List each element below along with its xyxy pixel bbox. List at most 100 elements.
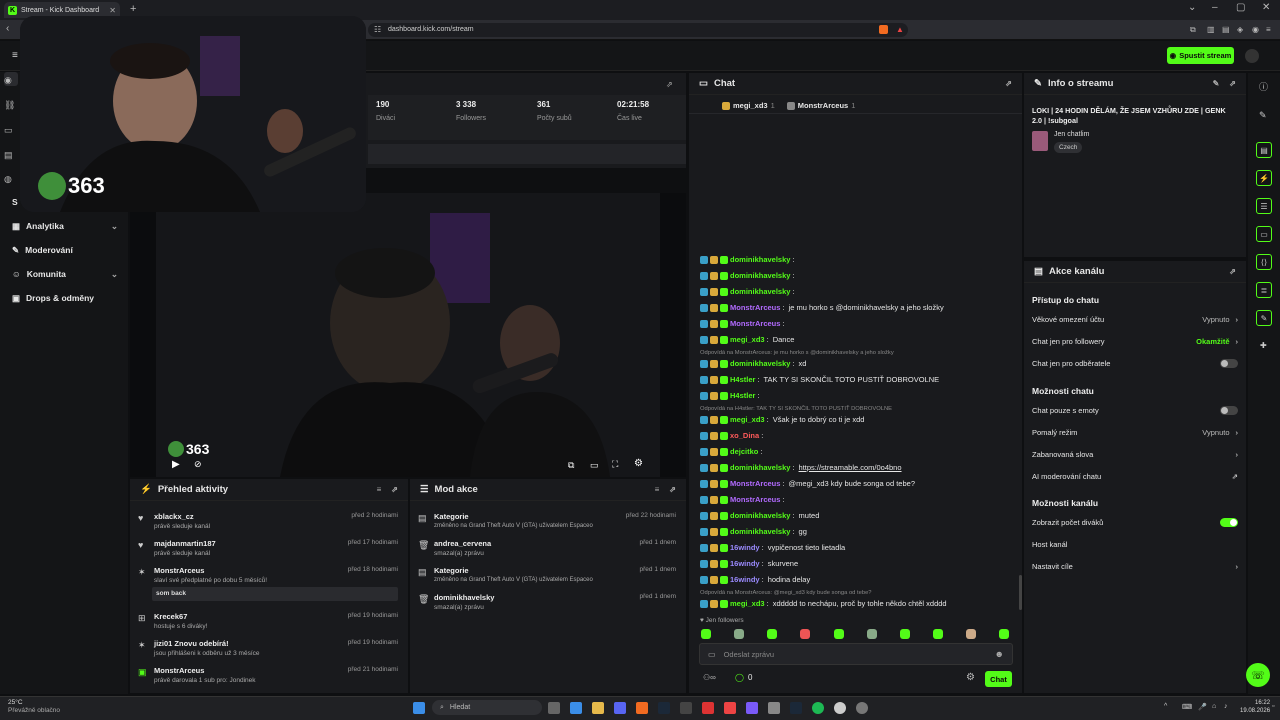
link-icon[interactable]: ⛓ (4, 100, 16, 112)
new-tab-icon[interactable]: + (130, 3, 136, 15)
emote-icon[interactable] (800, 629, 810, 639)
chat-username[interactable]: MonstrArceus (730, 479, 780, 488)
chat-username[interactable]: H4stler (730, 391, 755, 400)
close-window-icon[interactable]: ✕ (1262, 2, 1270, 13)
app-icon[interactable] (702, 702, 714, 714)
embed-icon[interactable]: ⟨⟩ (1256, 254, 1272, 270)
chat-username[interactable]: dejcitko (730, 447, 758, 456)
popout-icon[interactable]: ⇗ (1229, 79, 1236, 88)
chat-username[interactable]: 16windy (730, 543, 760, 552)
chat-username[interactable]: H4stler (730, 375, 755, 384)
layers-icon[interactable]: ≣ (1256, 282, 1272, 298)
chat-username[interactable]: MonstrArceus (730, 303, 780, 312)
mic-icon[interactable]: 🎤 (1198, 703, 1207, 711)
chat-username[interactable]: MonstrArceus (730, 319, 780, 328)
taskbar-clock[interactable]: 16:22 19.08.2026 (1240, 699, 1270, 715)
stream-preview-player[interactable] (130, 193, 686, 477)
sidebar-item-komunita[interactable]: ☺ Komunita ⌄ (12, 267, 118, 281)
chat-input-box[interactable]: ▭ Odeslat zprávu ☻ (699, 643, 1013, 665)
filter-icon[interactable]: ≡ (655, 485, 660, 494)
chat-username[interactable]: megi_xd3 (730, 335, 765, 344)
top-chatter[interactable]: MonstrArceus 1 (786, 101, 855, 110)
emote-icon[interactable] (834, 629, 844, 639)
brave-icon[interactable] (636, 702, 648, 714)
chat-username[interactable]: xo_Dina (730, 431, 759, 440)
emote-icon[interactable] (999, 629, 1009, 639)
chat-username[interactable]: megi_xd3 (730, 599, 765, 608)
volume-icon[interactable]: ♪ (1224, 703, 1228, 710)
bulb-icon[interactable]: ◍ (4, 174, 16, 186)
task-view-icon[interactable] (548, 702, 560, 714)
setting-age-restriction[interactable]: Věkové omezení účtu Vypnuto › (1032, 315, 1238, 324)
chat-username[interactable]: dominikhavelsky (730, 527, 790, 536)
explorer-icon[interactable] (592, 702, 604, 714)
mod-item-title[interactable]: andrea_cervena (434, 539, 491, 548)
app-icon[interactable] (790, 702, 802, 714)
list-icon[interactable]: ☰ (1256, 198, 1272, 214)
back-icon[interactable]: ‹ (6, 23, 9, 34)
bolt-icon[interactable]: ⚡ (1256, 170, 1272, 186)
chat-username[interactable]: dominikhavelsky (730, 359, 790, 368)
site-info-icon[interactable]: ☷ (374, 25, 381, 34)
chat-scrollbar[interactable] (1019, 575, 1022, 610)
chat-bubble-icon[interactable]: ▭ (1256, 226, 1272, 242)
info-icon[interactable]: ⓘ (1259, 80, 1268, 93)
weather-widget[interactable]: 25°C Převážně oblačno (8, 699, 60, 716)
notifications-icon[interactable]: ▫ (1272, 703, 1274, 710)
fullscreen-icon[interactable]: ⛶ (612, 459, 618, 470)
emote-icon[interactable] (933, 629, 943, 639)
emote-icon[interactable] (966, 629, 976, 639)
emote-only-toggle[interactable] (1220, 406, 1238, 415)
emote-icon[interactable] (867, 629, 877, 639)
windows-start-icon[interactable] (413, 702, 425, 714)
chat-username[interactable]: MonstrArceus (730, 495, 780, 504)
top-chatter[interactable]: megi_xd3 1 (722, 101, 775, 110)
chat-username[interactable]: megi_xd3 (730, 415, 765, 424)
mod-item-title[interactable]: dominikhavelsky (434, 593, 494, 602)
maximize-icon[interactable]: ▢ (1236, 2, 1245, 13)
wrench-icon[interactable]: ✎ (1256, 310, 1272, 326)
url-field[interactable]: dashboard.kick.com/stream (368, 23, 908, 37)
chat-username[interactable]: dominikhavelsky (730, 287, 790, 296)
close-tab-icon[interactable]: ✕ (109, 6, 116, 15)
setting-ai-moderation[interactable]: AI moderování chatu ⇗ (1032, 472, 1238, 481)
obs-icon[interactable] (834, 702, 846, 714)
settings-icon[interactable] (856, 702, 868, 714)
avatar[interactable] (1245, 49, 1259, 63)
sidebar-item-drops[interactable]: ▣ Drops & odměny (12, 291, 118, 305)
app-icon[interactable] (724, 702, 736, 714)
layout-icon[interactable]: ▤ (4, 150, 16, 162)
add-widget-icon[interactable]: ✚ (1260, 341, 1267, 350)
setting-slow-mode[interactable]: Pomalý režim Vypnuto › (1032, 428, 1238, 437)
tab-list-icon[interactable]: ⌄ (1188, 2, 1196, 13)
gear-icon[interactable]: ⚙ (634, 458, 643, 469)
chat-message-text[interactable]: https://streamable.com/0o4bno (799, 463, 902, 472)
chat-username[interactable]: dominikhavelsky (730, 271, 790, 280)
filter-icon[interactable]: ≡ (377, 485, 382, 494)
vpn-icon[interactable]: ◈ (1237, 25, 1243, 34)
chat-username[interactable]: dominikhavelsky (730, 463, 790, 472)
popout-icon[interactable]: ⇗ (391, 485, 398, 494)
emote-icon[interactable] (734, 629, 744, 639)
activity-user[interactable]: majdanmartin187 (154, 539, 216, 548)
chat-username[interactable]: dominikhavelsky (730, 255, 790, 264)
chat-settings-icon[interactable]: ⚙ (966, 672, 975, 683)
popout-icon[interactable]: ⇗ (669, 485, 676, 494)
subscribers-only-toggle[interactable] (1220, 359, 1238, 368)
emote-icon[interactable] (701, 629, 711, 639)
stream-category[interactable]: Jen chatlim (1054, 131, 1089, 138)
brave-shields-icon[interactable] (879, 25, 888, 34)
edge-icon[interactable] (570, 702, 582, 714)
mute-icon[interactable]: ⊘ (194, 459, 202, 470)
chat-username[interactable]: 16windy (730, 575, 760, 584)
spotify-icon[interactable] (812, 702, 824, 714)
hamburger-icon[interactable]: ≡ (12, 50, 18, 61)
brave-rewards-icon[interactable]: ▲ (896, 25, 904, 34)
emoji-icon[interactable]: ☻ (995, 649, 1004, 659)
sidebar-item-analytika[interactable]: ▦ Analytika ⌄ (12, 219, 118, 233)
video-icon[interactable]: ▭ (4, 125, 16, 137)
play-icon[interactable]: ▶ (172, 459, 180, 470)
chat-panel-icon[interactable]: ▤ (1256, 142, 1272, 158)
sidebar-toggle-icon[interactable]: ▥ (1207, 25, 1215, 34)
support-chat-icon[interactable]: ☏ (1246, 663, 1270, 687)
